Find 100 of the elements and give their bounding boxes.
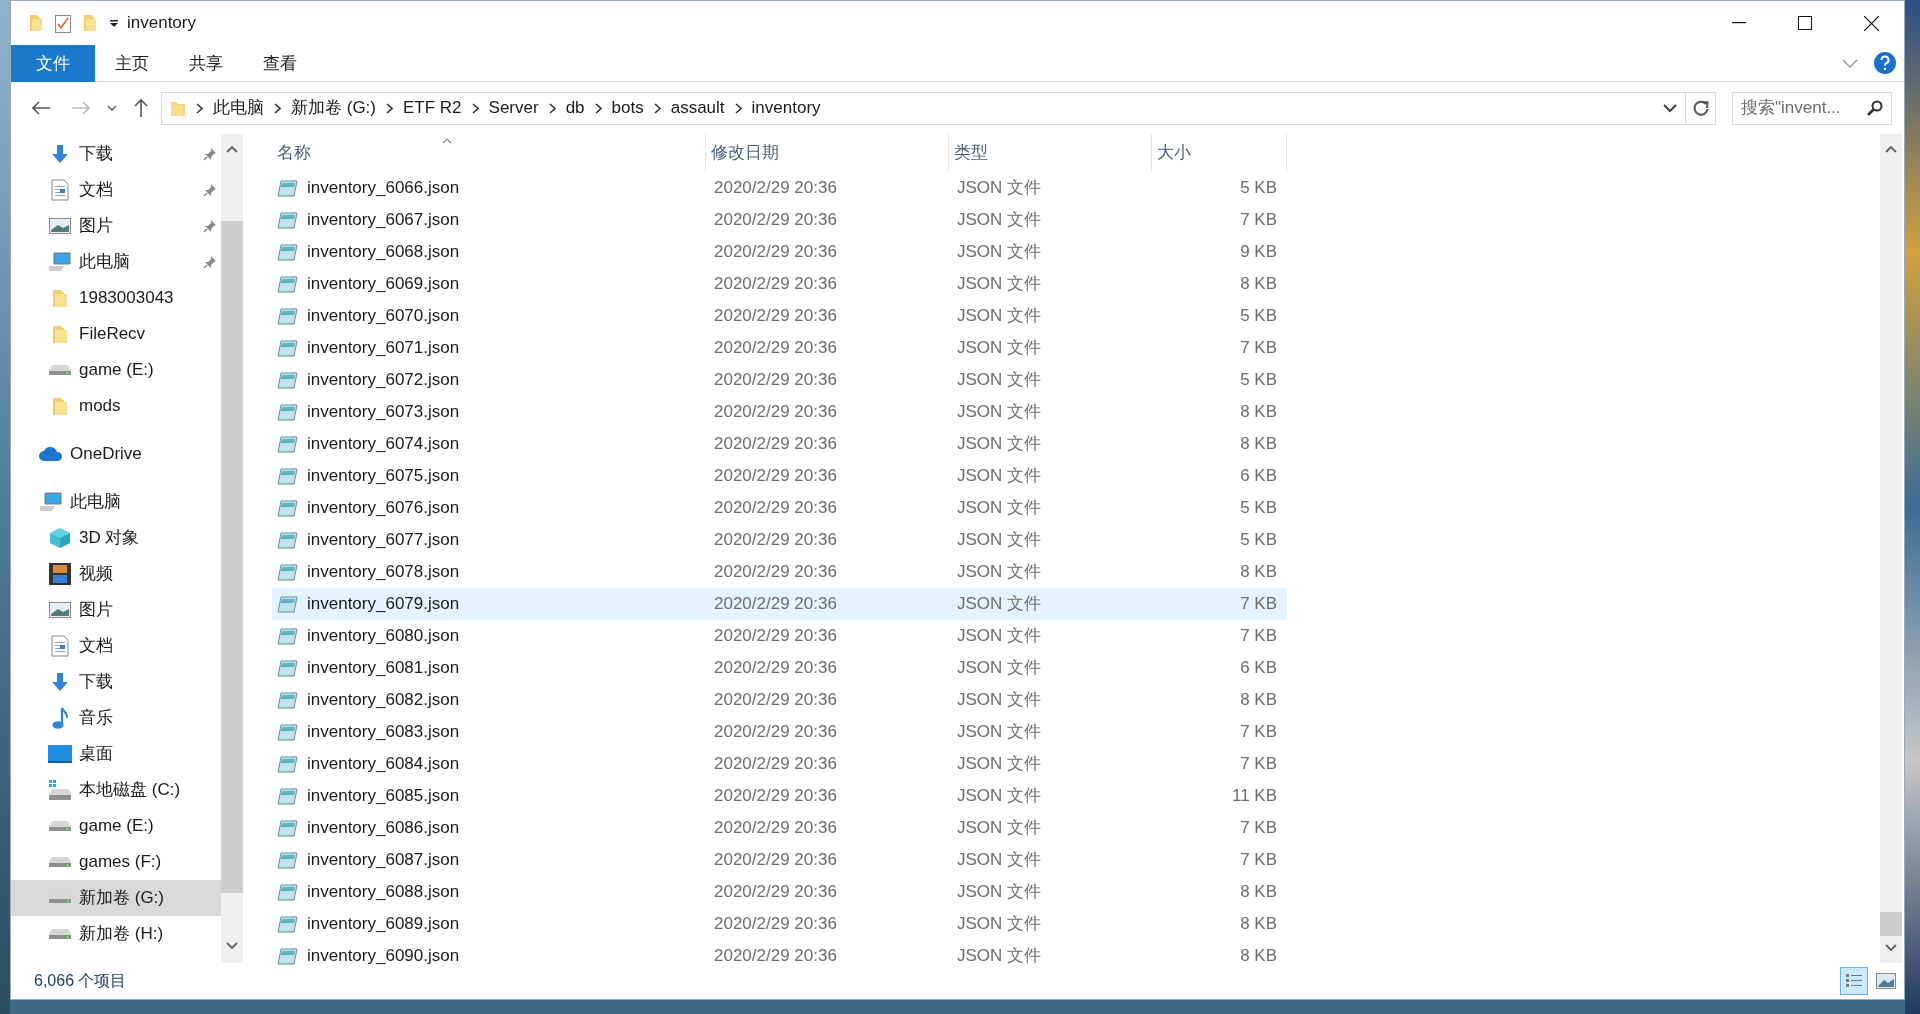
scroll-down-icon[interactable] <box>226 942 238 949</box>
breadcrumb-item[interactable]: 新加卷 (G:) <box>291 95 376 121</box>
type-cell-text: JSON 文件 <box>956 273 1043 296</box>
sidebar-item[interactable]: 音乐 <box>11 700 221 736</box>
maximize-icon <box>1798 16 1812 30</box>
help-icon[interactable] <box>1874 52 1896 74</box>
file-row[interactable]: inventory_6069.json 2020/2/29 20:36 JSON 文件 8 KB <box>272 268 1287 300</box>
file-row[interactable]: inventory_6079.json 2020/2/29 20:36 JSON 文件 7 KB <box>272 588 1287 620</box>
file-row[interactable]: inventory_6076.json 2020/2/29 20:36 JSON 文件 5 KB <box>272 492 1287 524</box>
details-view-button[interactable] <box>1840 967 1868 995</box>
column-header[interactable]: 类型 <box>949 134 1152 172</box>
size-cell-text: 7 KB <box>1239 849 1278 872</box>
sidebar-scrollbar[interactable] <box>221 134 243 963</box>
sidebar-item[interactable]: 本地磁盘 (C:) <box>11 772 221 808</box>
breadcrumb-item[interactable]: Server <box>488 95 539 121</box>
date-cell-text: 2020/2/29 20:36 <box>713 913 838 936</box>
type-cell-text: JSON 文件 <box>956 753 1043 776</box>
breadcrumb-item[interactable]: bots <box>611 95 644 121</box>
file-row[interactable]: inventory_6078.json 2020/2/29 20:36 JSON 文件 8 KB <box>272 556 1287 588</box>
scroll-up-icon[interactable] <box>226 146 238 153</box>
file-name: inventory_6066.json <box>307 177 460 200</box>
refresh-icon[interactable] <box>1691 99 1710 117</box>
sidebar-item[interactable]: games (F:) <box>11 844 221 880</box>
breadcrumb-item[interactable]: inventory <box>751 95 821 121</box>
scrollbar-thumb[interactable] <box>1880 912 1902 936</box>
sidebar-item[interactable]: 图片 <box>11 208 221 244</box>
file-row[interactable]: inventory_6090.json 2020/2/29 20:36 JSON 文件 8 KB <box>272 940 1287 972</box>
sidebar-item[interactable]: 桌面 <box>11 736 221 772</box>
up-arrow-icon[interactable] <box>133 98 149 118</box>
sidebar-item[interactable]: 下载 <box>11 664 221 700</box>
type-cell-text: JSON 文件 <box>956 913 1043 936</box>
sidebar-item[interactable]: 下载 <box>11 136 221 172</box>
file-row[interactable]: inventory_6084.json 2020/2/29 20:36 JSON 文件 7 KB <box>272 748 1287 780</box>
ribbon-tab[interactable]: 查看 <box>243 45 317 82</box>
recent-dropdown-icon[interactable] <box>107 105 117 111</box>
sidebar-item[interactable]: 视频 <box>11 556 221 592</box>
ribbon-tab[interactable]: 文件 <box>11 45 95 82</box>
file-row[interactable]: inventory_6080.json 2020/2/29 20:36 JSON 文件 7 KB <box>272 620 1287 652</box>
file-row[interactable]: inventory_6066.json 2020/2/29 20:36 JSON 文件 5 KB <box>272 172 1287 204</box>
file-row[interactable]: inventory_6087.json 2020/2/29 20:36 JSON 文件 7 KB <box>272 844 1287 876</box>
scroll-up-icon[interactable] <box>1885 146 1897 153</box>
file-name: inventory_6089.json <box>307 913 460 936</box>
sidebar-item[interactable]: 3D 对象 <box>11 520 221 556</box>
file-list-scrollbar[interactable] <box>1880 134 1902 963</box>
file-name: inventory_6073.json <box>307 401 460 424</box>
column-header[interactable]: 修改日期 <box>706 134 949 172</box>
date-cell-text: 2020/2/29 20:36 <box>713 497 838 520</box>
file-name: inventory_6079.json <box>307 593 460 616</box>
file-name: inventory_6090.json <box>307 945 460 968</box>
file-row[interactable]: inventory_6083.json 2020/2/29 20:36 JSON 文件 7 KB <box>272 716 1287 748</box>
ribbon-tab[interactable]: 共享 <box>169 45 243 82</box>
scrollbar-thumb[interactable] <box>221 221 243 893</box>
cloud-icon <box>39 447 63 461</box>
item-count: 6,066 个项目 <box>34 971 127 991</box>
address-bar[interactable]: 此电脑 新加卷 (G:) ETF R2 Server db bots assault inventory <box>161 91 1716 125</box>
sidebar-item[interactable]: game (E:) <box>11 352 221 388</box>
sidebar-item[interactable]: mods <box>11 388 221 424</box>
file-row[interactable]: inventory_6077.json 2020/2/29 20:36 JSON 文件 5 KB <box>272 524 1287 556</box>
pin-icon <box>203 219 217 233</box>
file-row[interactable]: inventory_6070.json 2020/2/29 20:36 JSON 文件 5 KB <box>272 300 1287 332</box>
sidebar-item[interactable]: 新加卷 (H:) <box>11 916 221 952</box>
scroll-down-icon[interactable] <box>1885 944 1897 951</box>
column-header[interactable]: 名称 <box>272 134 706 172</box>
sidebar-item[interactable]: 文档 <box>11 172 221 208</box>
search-field[interactable]: 搜索"invent... <box>1732 91 1892 125</box>
sidebar-item[interactable]: 1983003043 <box>11 280 221 316</box>
back-arrow-icon[interactable] <box>31 100 51 116</box>
file-row[interactable]: inventory_6068.json 2020/2/29 20:36 JSON 文件 9 KB <box>272 236 1287 268</box>
chevron-down-icon[interactable] <box>1663 103 1677 113</box>
file-row[interactable]: inventory_6085.json 2020/2/29 20:36 JSON 文件 11 KB <box>272 780 1287 812</box>
folder-icon <box>83 14 97 32</box>
file-row[interactable]: inventory_6082.json 2020/2/29 20:36 JSON 文件 8 KB <box>272 684 1287 716</box>
sidebar-item[interactable]: 图片 <box>11 592 221 628</box>
sidebar-item[interactable]: 此电脑 <box>11 244 221 280</box>
sidebar-item[interactable]: OneDrive <box>11 436 221 472</box>
file-row[interactable]: inventory_6089.json 2020/2/29 20:36 JSON 文件 8 KB <box>272 908 1287 940</box>
breadcrumb-item[interactable]: 此电脑 <box>213 95 264 121</box>
file-row[interactable]: inventory_6086.json 2020/2/29 20:36 JSON 文件 7 KB <box>272 812 1287 844</box>
file-row[interactable]: inventory_6071.json 2020/2/29 20:36 JSON 文件 7 KB <box>272 332 1287 364</box>
column-header[interactable]: 大小 <box>1152 134 1287 172</box>
file-row[interactable]: inventory_6088.json 2020/2/29 20:36 JSON 文件 8 KB <box>272 876 1287 908</box>
date-cell-text: 2020/2/29 20:36 <box>713 305 838 328</box>
sidebar-item[interactable]: 此电脑 <box>11 484 221 520</box>
file-row[interactable]: inventory_6074.json 2020/2/29 20:36 JSON 文件 8 KB <box>272 428 1287 460</box>
file-row[interactable]: inventory_6081.json 2020/2/29 20:36 JSON 文件 6 KB <box>272 652 1287 684</box>
file-row[interactable]: inventory_6072.json 2020/2/29 20:36 JSON 文件 5 KB <box>272 364 1287 396</box>
sidebar-item[interactable]: FileRecv <box>11 316 221 352</box>
ribbon-tab[interactable]: 主页 <box>95 45 169 82</box>
breadcrumb-item[interactable]: db <box>565 95 585 121</box>
file-row[interactable]: inventory_6075.json 2020/2/29 20:36 JSON 文件 6 KB <box>272 460 1287 492</box>
size-cell-text: 7 KB <box>1239 753 1278 776</box>
file-name: inventory_6068.json <box>307 241 460 264</box>
sidebar-item[interactable]: game (E:) <box>11 808 221 844</box>
file-row[interactable]: inventory_6073.json 2020/2/29 20:36 JSON 文件 8 KB <box>272 396 1287 428</box>
breadcrumb-item[interactable]: assault <box>670 95 725 121</box>
sidebar-item[interactable]: 新加卷 (G:) <box>11 880 221 916</box>
sidebar-item[interactable]: 文档 <box>11 628 221 664</box>
type-cell-text: JSON 文件 <box>956 241 1043 264</box>
breadcrumb-item[interactable]: ETF R2 <box>403 95 462 121</box>
file-row[interactable]: inventory_6067.json 2020/2/29 20:36 JSON 文件 7 KB <box>272 204 1287 236</box>
